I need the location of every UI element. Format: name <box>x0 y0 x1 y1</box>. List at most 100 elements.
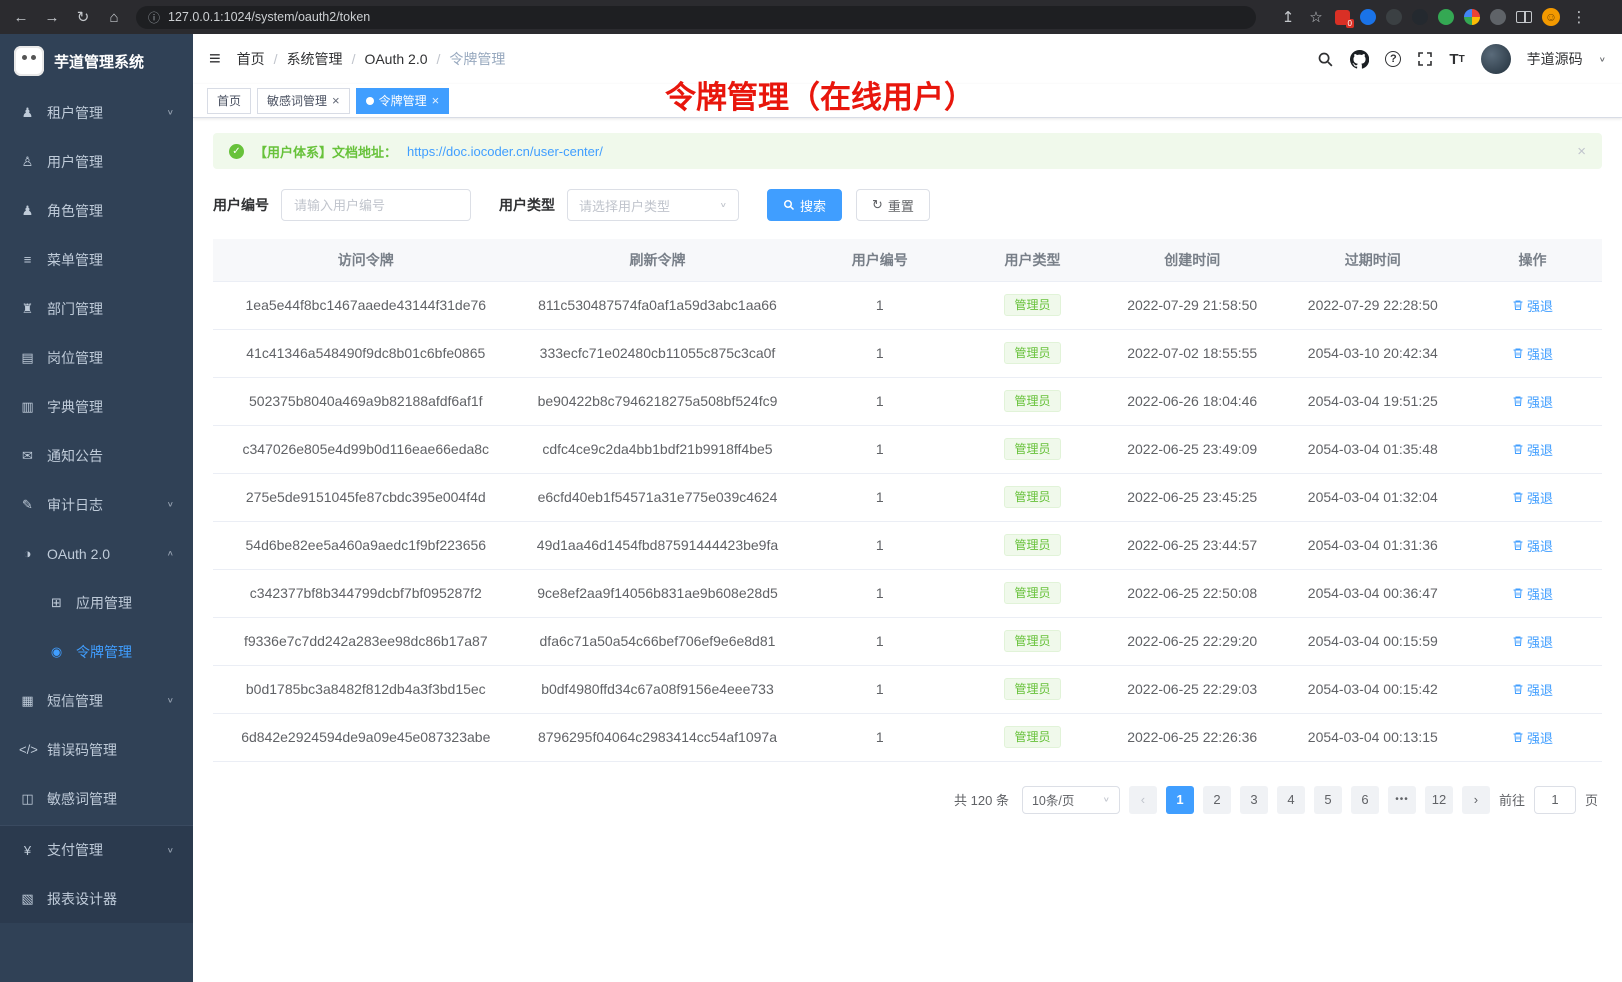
browser-chrome: ← → ↻ ⌂ ⓘ 127.0.0.1:1024/system/oauth2/t… <box>0 0 1622 34</box>
breadcrumb-item[interactable]: OAuth 2.0 <box>364 51 427 67</box>
sidebar-item-敏感词管理[interactable]: ◫敏感词管理 <box>0 774 193 823</box>
force-logout-button[interactable]: 强退 <box>1512 680 1553 699</box>
split-view-icon[interactable] <box>1516 11 1532 23</box>
force-logout-button[interactable]: 强退 <box>1512 392 1553 411</box>
sidebar-item-租户管理[interactable]: ♟租户管理∨ <box>0 88 193 137</box>
page-button-4[interactable]: 4 <box>1277 786 1305 814</box>
sidebar-item-label: OAuth 2.0 <box>47 546 110 562</box>
browser-profile-avatar[interactable]: ☺ <box>1542 8 1560 26</box>
user-type-cell: 管理员 <box>963 377 1102 425</box>
breadcrumb-item[interactable]: 首页 <box>237 49 265 69</box>
expire-time-cell: 2022-07-29 22:28:50 <box>1283 281 1464 329</box>
sidebar-item-支付管理[interactable]: ¥支付管理∨ <box>0 825 193 874</box>
sidebar-item-label: 审计日志 <box>47 495 103 515</box>
reload-icon[interactable]: ↻ <box>74 8 92 26</box>
user-id-cell: 1 <box>796 281 963 329</box>
user-type-badge: 管理员 <box>1004 534 1060 557</box>
sidebar-toggle-icon[interactable]: ≡ <box>209 48 221 71</box>
back-icon[interactable]: ← <box>12 9 30 26</box>
sidebar-item-应用管理[interactable]: ⊞应用管理 <box>0 578 193 627</box>
site-info-icon[interactable]: ⓘ <box>148 9 160 26</box>
sidebar-item-令牌管理[interactable]: ◉令牌管理 <box>0 627 193 676</box>
sidebar-item-短信管理[interactable]: ▦短信管理∨ <box>0 676 193 725</box>
page-button-12[interactable]: 12 <box>1425 786 1453 814</box>
sidebar-item-label: 支付管理 <box>47 840 103 860</box>
extensions-puzzle-icon[interactable] <box>1464 9 1480 25</box>
next-page-button[interactable]: › <box>1462 786 1490 814</box>
page-button-6[interactable]: 6 <box>1351 786 1379 814</box>
reset-button[interactable]: ↻ 重置 <box>856 189 930 221</box>
tab-首页[interactable]: 首页 <box>207 88 251 114</box>
user-type-badge: 管理员 <box>1004 342 1060 365</box>
search-button[interactable]: 搜索 <box>767 189 842 221</box>
sidebar-item-字典管理[interactable]: ▥字典管理 <box>0 382 193 431</box>
table-row: 6d842e2924594de9a09e45e087323abe8796295f… <box>213 713 1602 761</box>
share-icon[interactable]: ↥ <box>1279 8 1297 26</box>
close-icon[interactable]: × <box>1577 143 1586 160</box>
sidebar-item-报表设计器[interactable]: ▧报表设计器 <box>0 874 193 923</box>
extension-icon[interactable] <box>1490 9 1506 25</box>
force-logout-button[interactable]: 强退 <box>1512 536 1553 555</box>
sidebar-item-通知公告[interactable]: ✉通知公告 <box>0 431 193 480</box>
refresh-token-cell: dfa6c71a50a54c66bef706ef9e6e8d81 <box>519 617 797 665</box>
sidebar-item-错误码管理[interactable]: </>错误码管理 <box>0 725 193 774</box>
user-name[interactable]: 芋道源码 <box>1527 49 1583 69</box>
extension-icon[interactable] <box>1360 9 1376 25</box>
sidebar-item-岗位管理[interactable]: ▤岗位管理 <box>0 333 193 382</box>
font-size-icon[interactable]: TT <box>1449 51 1464 68</box>
help-icon[interactable]: ? <box>1385 51 1401 67</box>
forward-icon[interactable]: → <box>43 9 61 26</box>
sidebar-item-部门管理[interactable]: ♜部门管理 <box>0 284 193 333</box>
search-icon[interactable] <box>1317 51 1334 68</box>
chevron-down-icon[interactable]: ∨ <box>1599 55 1606 63</box>
pager-more-icon[interactable]: ••• <box>1388 786 1416 814</box>
breadcrumb-item[interactable]: 系统管理 <box>287 49 343 69</box>
force-logout-button[interactable]: 强退 <box>1512 488 1553 507</box>
doc-link[interactable]: https://doc.iocoder.cn/user-center/ <box>407 144 603 159</box>
page-button-5[interactable]: 5 <box>1314 786 1342 814</box>
fullscreen-icon[interactable] <box>1417 51 1433 67</box>
user-type-select[interactable]: 请选择用户类型 ∨ <box>567 189 739 221</box>
tab-令牌管理[interactable]: 令牌管理× <box>356 88 450 114</box>
page-size-select[interactable]: 10条/页 ∨ <box>1022 786 1120 814</box>
tab-label: 敏感词管理 <box>267 92 327 109</box>
user-id-input[interactable] <box>281 189 471 221</box>
close-icon[interactable]: × <box>332 94 340 107</box>
goto-page-input[interactable] <box>1534 786 1576 814</box>
doc-alert: ✓ 【用户体系】文档地址： https://doc.iocoder.cn/use… <box>213 133 1602 169</box>
page-button-3[interactable]: 3 <box>1240 786 1268 814</box>
force-logout-button[interactable]: 强退 <box>1512 632 1553 651</box>
app-logo[interactable]: 芋道管理系统 <box>0 34 193 88</box>
extension-icon[interactable] <box>1412 9 1428 25</box>
address-bar[interactable]: ⓘ 127.0.0.1:1024/system/oauth2/token <box>136 6 1256 29</box>
force-logout-button[interactable]: 强退 <box>1512 728 1553 747</box>
prev-page-button[interactable]: ‹ <box>1129 786 1157 814</box>
action-cell: 强退 <box>1463 713 1602 761</box>
page-button-1[interactable]: 1 <box>1166 786 1194 814</box>
extension-icon[interactable] <box>1438 9 1454 25</box>
force-logout-button[interactable]: 强退 <box>1512 584 1553 603</box>
sidebar-item-审计日志[interactable]: ✎审计日志∨ <box>0 480 193 529</box>
page-button-2[interactable]: 2 <box>1203 786 1231 814</box>
extension-icon[interactable]: 0 <box>1335 10 1350 25</box>
tab-敏感词管理[interactable]: 敏感词管理 × <box>257 88 350 114</box>
dictionary-icon: ▥ <box>19 399 36 415</box>
expire-time-cell: 2054-03-10 20:42:34 <box>1283 329 1464 377</box>
sidebar-item-OAuth 2.0[interactable]: ◑OAuth 2.0∧ <box>0 529 193 578</box>
home-icon[interactable]: ⌂ <box>105 9 123 26</box>
force-logout-button[interactable]: 强退 <box>1512 440 1553 459</box>
extension-icon[interactable] <box>1386 9 1402 25</box>
close-icon[interactable]: × <box>432 94 440 107</box>
page-content: ✓ 【用户体系】文档地址： https://doc.iocoder.cn/use… <box>193 118 1622 982</box>
browser-menu-icon[interactable]: ⋮ <box>1570 8 1588 26</box>
force-logout-button[interactable]: 强退 <box>1512 344 1553 363</box>
bookmark-star-icon[interactable]: ☆ <box>1307 8 1325 26</box>
sidebar-item-角色管理[interactable]: ♟角色管理 <box>0 186 193 235</box>
github-icon[interactable] <box>1350 50 1369 69</box>
sidebar-item-菜单管理[interactable]: ≡菜单管理 <box>0 235 193 284</box>
table-row: 54d6be82ee5a460a9aedc1f9bf22365649d1aa46… <box>213 521 1602 569</box>
role-icon: ♟ <box>19 203 36 219</box>
sidebar-item-用户管理[interactable]: ♙用户管理 <box>0 137 193 186</box>
user-avatar[interactable] <box>1481 44 1511 74</box>
force-logout-button[interactable]: 强退 <box>1512 296 1553 315</box>
